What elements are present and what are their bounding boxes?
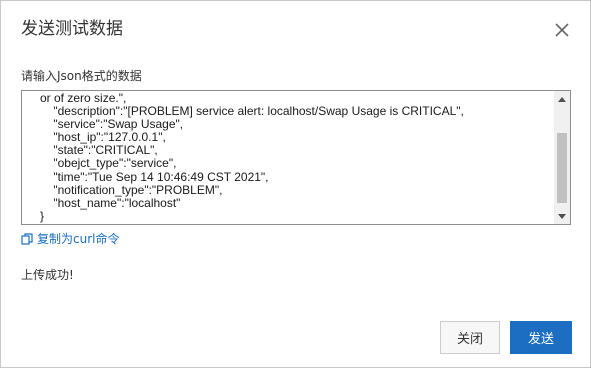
close-icon xyxy=(555,23,569,37)
scroll-down-button[interactable] xyxy=(554,208,570,224)
json-line: } xyxy=(30,208,45,223)
send-button[interactable]: 发送 xyxy=(510,321,572,354)
arrow-down-icon xyxy=(558,213,566,219)
json-textarea[interactable]: or of zero size.", "description":"[PROBL… xyxy=(21,90,571,225)
scrollbar-thumb[interactable] xyxy=(557,133,567,203)
close-dialog-button[interactable]: 关闭 xyxy=(440,321,500,354)
json-line: "time":"Tue Sep 14 10:46:49 CST 2021", xyxy=(30,169,269,184)
copy-icon xyxy=(21,233,33,245)
arrow-up-icon xyxy=(558,96,566,102)
json-line: "host_name":"localhost" xyxy=(30,195,181,210)
upload-status-message: 上传成功! xyxy=(21,268,74,282)
json-line: "obejct_type":"service", xyxy=(30,156,177,171)
close-button[interactable] xyxy=(551,19,573,41)
json-line: "notification_type":"PROBLEM", xyxy=(30,182,223,197)
copy-as-curl-label[interactable]: 复制为curl命令 xyxy=(37,231,119,247)
json-input-label: 请输入Json格式的数据 xyxy=(21,69,142,83)
textarea-scrollbar[interactable] xyxy=(554,91,570,224)
scroll-up-button[interactable] xyxy=(554,91,570,107)
copy-as-curl-link[interactable]: 复制为curl命令 xyxy=(21,231,119,247)
dialog-title: 发送测试数据 xyxy=(21,19,123,39)
send-test-data-dialog: 发送测试数据 请输入Json格式的数据 or of zero size.", "… xyxy=(0,0,591,368)
json-content[interactable]: or of zero size.", "description":"[PROBL… xyxy=(30,91,552,223)
